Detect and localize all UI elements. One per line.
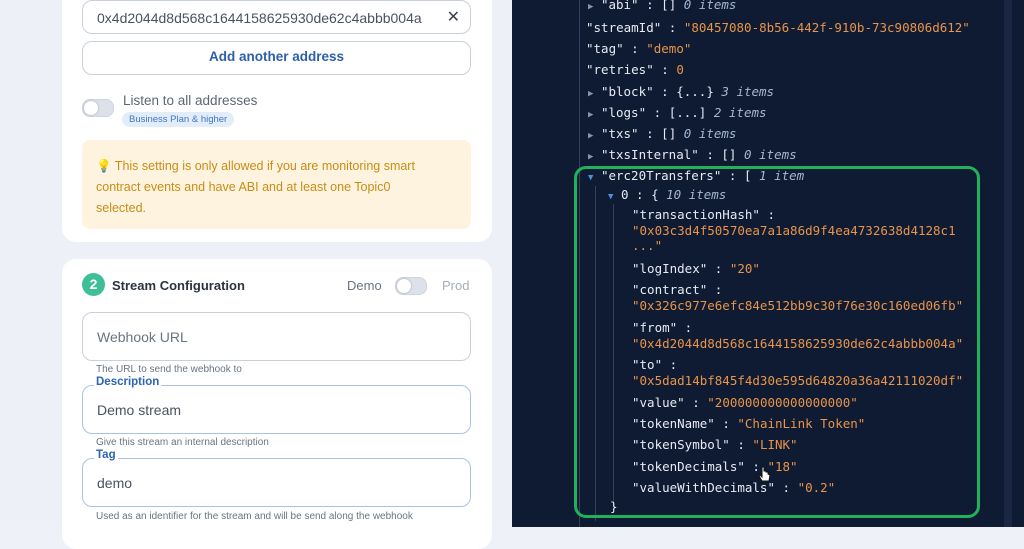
json-val-to: "0x5dad14bf845f4d30e595d64820a36a4211102…	[632, 373, 964, 388]
json-row-logIndex: "logIndex" : "20"	[632, 261, 760, 276]
json-row-tokenSymbol: "tokenSymbol" : "LINK"	[632, 437, 798, 452]
json-row-tokenName: "tokenName" : "ChainLink Token"	[632, 416, 866, 431]
mouse-cursor-icon	[758, 466, 771, 482]
listen-all-label: Listen to all addresses	[123, 93, 258, 108]
tag-label: Tag	[94, 449, 118, 461]
clear-icon[interactable]: ✕	[447, 7, 460, 27]
collapse-arrow-icon: ▶	[588, 131, 594, 141]
collapse-arrow-icon: ▶	[588, 152, 594, 162]
collapse-arrow-icon: ▶	[588, 89, 594, 99]
json-val-transactionHash: "0x03c3d4f50570ea7a1a86d9f4ea4732638d412…	[632, 223, 956, 238]
collapse-arrow-icon: ▶	[588, 2, 594, 12]
json-row-streamId: "streamId" : "80457080-8b56-442f-910b-73…	[586, 20, 970, 35]
json-row-txsInternal[interactable]: ▶ "txsInternal" : [] 0 items	[588, 147, 797, 162]
json-row-erc20Transfers[interactable]: ▼ "erc20Transfers" : [ 1 item	[588, 168, 804, 183]
json-val-transactionHash-cont: ..."	[632, 238, 663, 253]
prod-label: Prod	[442, 278, 470, 293]
info-line-1: 💡 This setting is only allowed if you ar…	[96, 159, 415, 173]
info-line-3: selected.	[96, 201, 147, 215]
step-number-badge: 2	[82, 273, 105, 296]
expand-arrow-icon: ▼	[588, 173, 594, 183]
description-label: Description	[94, 376, 162, 388]
json-row-transfer-0[interactable]: ▼ 0 : { 10 items	[608, 187, 726, 202]
webhook-helper: The URL to send the webhook to	[96, 364, 242, 375]
plan-badge: Business Plan & higher	[122, 112, 235, 127]
scrollbar-track[interactable]	[1004, 0, 1012, 527]
json-row-value: "value" : "200000000000000000"	[632, 395, 858, 410]
description-helper: Give this stream an internal description	[96, 437, 269, 448]
demo-prod-toggle[interactable]	[395, 277, 427, 295]
demo-label: Demo	[347, 278, 382, 293]
stream-config-card: 2 Stream Configuration Demo Prod Webhook…	[62, 259, 492, 549]
json-key-from: "from" :	[632, 320, 693, 335]
webhook-url-input[interactable]: Webhook URL	[82, 312, 471, 361]
collapse-arrow-icon: ▶	[588, 110, 594, 120]
description-input[interactable]: Demo stream	[82, 385, 471, 434]
json-row-valueWithDecimals: "valueWithDecimals" : "0.2"	[632, 480, 836, 495]
address-input[interactable]: 0x4d2044d8d568c1644158625930de62c4abbb00…	[82, 0, 471, 34]
json-key-to: "to" :	[632, 357, 678, 372]
section-title: Stream Configuration	[112, 278, 245, 293]
json-row-abi[interactable]: ▶ "abi" : [] 0 items	[588, 0, 736, 12]
json-row-txs[interactable]: ▶ "txs" : [] 0 items	[588, 126, 736, 141]
json-row-block[interactable]: ▶ "block" : {...} 3 items	[588, 84, 774, 99]
expand-arrow-icon: ▼	[608, 192, 614, 202]
tag-helper: Used as an identifier for the stream and…	[96, 511, 413, 522]
stream-form-panel: 0x4d2044d8d568c1644158625930de62c4abbb00…	[0, 0, 512, 549]
json-key-contract: "contract" :	[632, 282, 723, 297]
json-val-from: "0x4d2044d8d568c1644158625930de62c4abbb0…	[632, 336, 964, 351]
listen-all-toggle[interactable]	[82, 99, 114, 117]
json-row-tag: "tag" : "demo"	[586, 41, 692, 56]
json-close-brace: }	[610, 499, 618, 514]
address-card: 0x4d2044d8d568c1644158625930de62c4abbb00…	[62, 0, 492, 242]
info-callout: 💡 This setting is only allowed if you ar…	[82, 140, 471, 229]
json-viewer: ▶ "abi" : [] 0 items "streamId" : "80457…	[512, 0, 1024, 527]
add-address-button[interactable]: Add another address	[82, 41, 471, 75]
json-row-logs[interactable]: ▶ "logs" : [...] 2 items	[588, 105, 767, 120]
info-line-2: contract events and have ABI and at leas…	[96, 180, 391, 194]
json-key-transactionHash: "transactionHash" :	[632, 207, 775, 222]
json-val-contract: "0x326c977e6efc84e512bb9c30f76e30c160ed0…	[632, 298, 964, 313]
tag-input[interactable]: demo	[82, 458, 471, 507]
json-row-retries: "retries" : 0	[586, 62, 684, 77]
